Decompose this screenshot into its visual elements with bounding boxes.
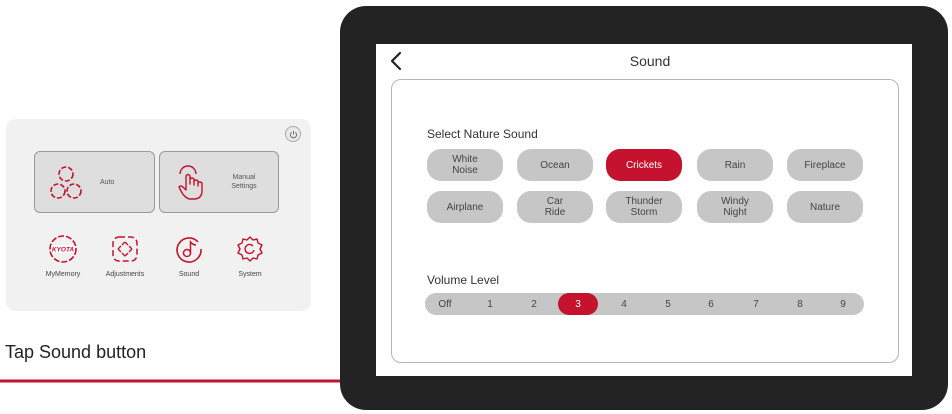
- kyota-logo-icon: KYOTA: [49, 235, 77, 263]
- sound-option-fireplace[interactable]: Fireplace: [787, 149, 863, 181]
- sound-label: Sound: [178, 271, 200, 278]
- power-button[interactable]: [285, 126, 301, 142]
- sound-option-white-noise[interactable]: White Noise: [427, 149, 503, 181]
- sound-option-crickets[interactable]: Crickets: [606, 149, 682, 181]
- volume-step-8[interactable]: 8: [786, 293, 814, 315]
- auto-mode-button[interactable]: Auto: [34, 151, 155, 213]
- auto-mode-label: Auto: [100, 178, 115, 186]
- volume-level-heading: Volume Level: [427, 273, 500, 287]
- mymemory-button[interactable]: KYOTA MyMemory: [28, 232, 98, 278]
- auto-dots-icon: [50, 166, 82, 199]
- sound-option-airplane[interactable]: Airplane: [427, 191, 503, 223]
- volume-step-5[interactable]: 5: [654, 293, 682, 315]
- screen-title: Sound: [629, 53, 671, 69]
- manual-settings-button[interactable]: Manual Settings: [159, 151, 279, 213]
- manual-settings-label: Manual Settings: [231, 174, 257, 190]
- sound-option-windy-night[interactable]: Windy Night: [697, 191, 773, 223]
- volume-step-4[interactable]: 4: [610, 293, 638, 315]
- volume-step-9[interactable]: 9: [829, 293, 857, 315]
- volume-step-6[interactable]: 6: [697, 293, 725, 315]
- sound-option-thunder-storm[interactable]: Thunder Storm: [606, 191, 682, 223]
- svg-text:KYOTA: KYOTA: [52, 247, 75, 254]
- volume-step-2[interactable]: 2: [520, 293, 548, 315]
- volume-step-1[interactable]: 1: [476, 293, 504, 315]
- nature-sound-heading: Select Nature Sound: [427, 127, 538, 141]
- volume-step-3[interactable]: 3: [558, 293, 598, 315]
- sound-option-car-ride[interactable]: Car Ride: [517, 191, 593, 223]
- adjustments-button[interactable]: Adjustments: [90, 232, 160, 278]
- power-icon: [289, 130, 297, 138]
- home-panel: [6, 119, 311, 311]
- gear-icon: [237, 236, 263, 262]
- instruction-caption: Tap Sound button: [5, 342, 147, 362]
- music-note-icon: [176, 237, 202, 263]
- adjustments-label: Adjustments: [105, 271, 145, 278]
- sound-option-rain[interactable]: Rain: [697, 149, 773, 181]
- mymemory-label: MyMemory: [45, 271, 81, 278]
- back-chevron-icon[interactable]: [388, 50, 404, 72]
- adjust-arrows-icon: [112, 236, 138, 262]
- sound-button[interactable]: Sound: [154, 232, 224, 278]
- sound-option-ocean[interactable]: Ocean: [517, 149, 593, 181]
- volume-step-off[interactable]: Off: [431, 293, 459, 315]
- volume-step-7[interactable]: 7: [742, 293, 770, 315]
- system-button[interactable]: System: [215, 232, 285, 278]
- sound-option-nature[interactable]: Nature: [787, 191, 863, 223]
- hand-tap-icon: [178, 165, 203, 200]
- system-label: System: [238, 271, 262, 278]
- pointer-arrow: [0, 373, 376, 389]
